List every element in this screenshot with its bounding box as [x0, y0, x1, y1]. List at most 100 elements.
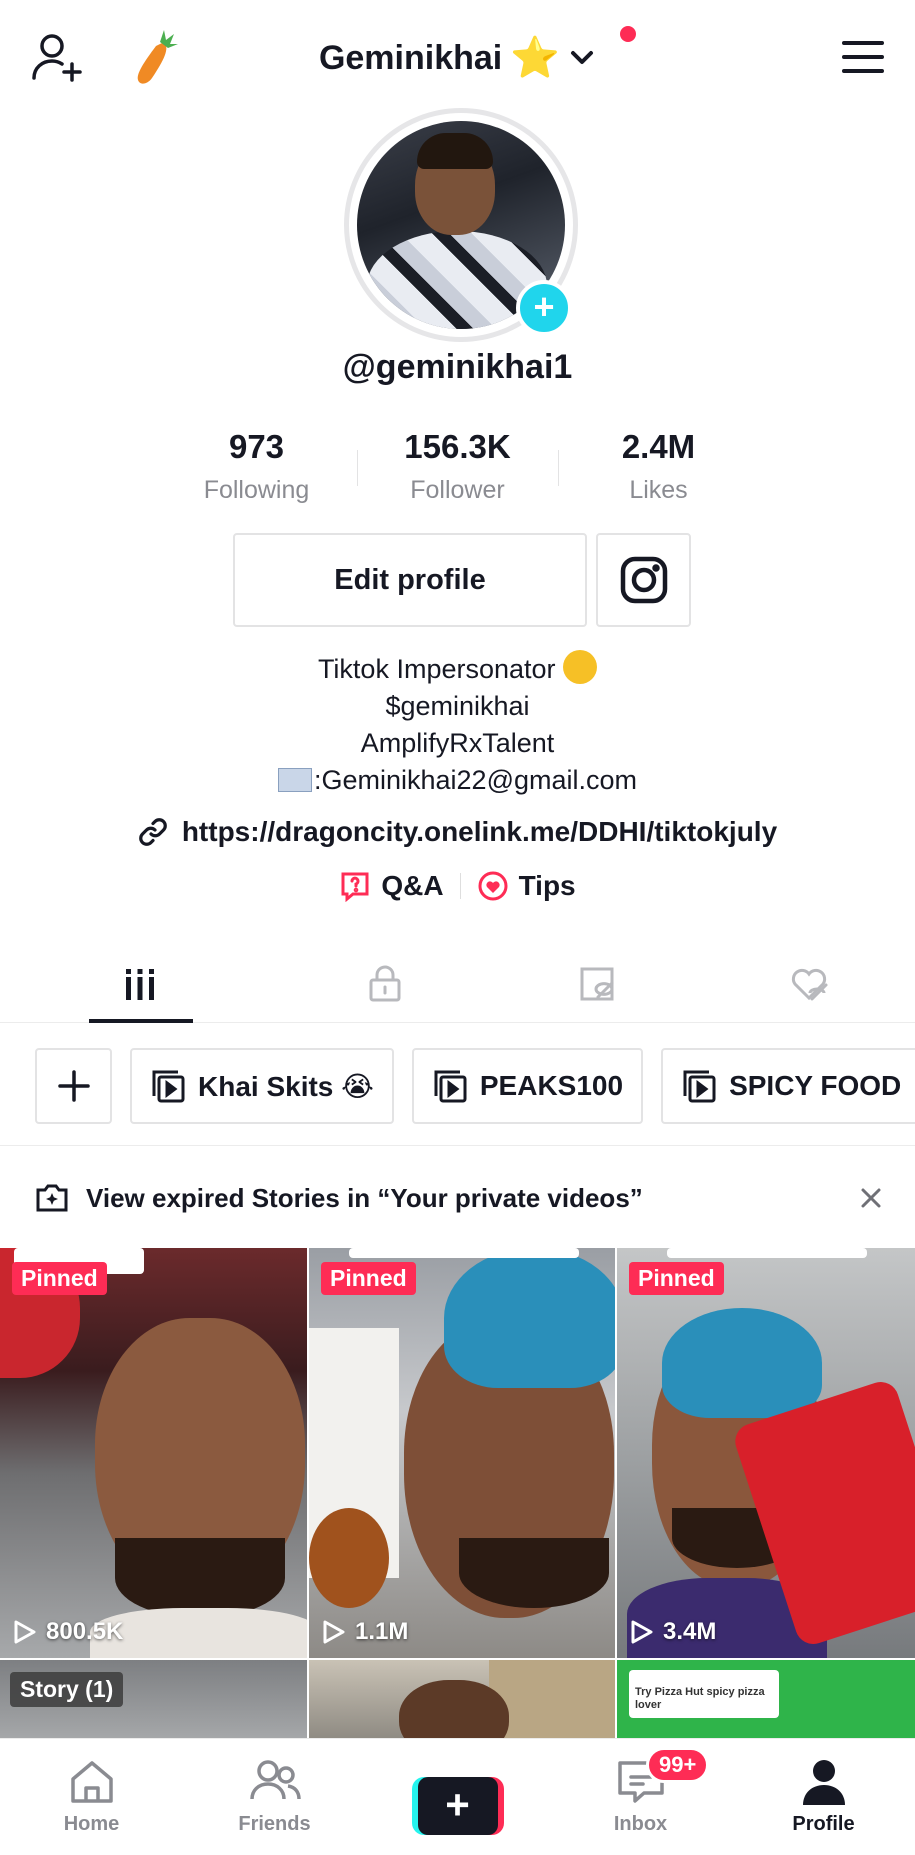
- hidden-bookmark-icon: [580, 967, 614, 1000]
- close-icon[interactable]: [859, 1186, 883, 1210]
- stories-banner-text: View expired Stories in “Your private vi…: [86, 1182, 643, 1213]
- playlist-label: PEAKS100: [479, 1070, 624, 1101]
- playlist-chip[interactable]: Khai Skits 😭: [130, 1048, 394, 1124]
- playlist-chip[interactable]: PEAKS100: [411, 1048, 644, 1124]
- bio-line: Tiktok Impersonator: [317, 654, 556, 684]
- instagram-button[interactable]: [596, 533, 691, 627]
- view-count-text: 3.4M: [663, 1618, 717, 1645]
- pinned-badge: Pinned: [321, 1262, 416, 1295]
- bio-line: :Geminikhai22@gmail.com: [313, 765, 638, 795]
- stat-value: 156.3K: [404, 428, 511, 465]
- video-thumbnail[interactable]: Pinned 3.4M: [617, 1248, 915, 1658]
- view-count: 1.1M: [319, 1618, 408, 1646]
- stat-value: 973: [228, 428, 285, 465]
- tips-button[interactable]: Tips: [477, 870, 576, 902]
- play-icon: [631, 1620, 653, 1644]
- username: @geminikhai1: [342, 348, 573, 386]
- link-icon: [139, 818, 167, 846]
- view-count-text: 1.1M: [355, 1618, 409, 1645]
- qa-tips-row: Q&A Tips: [0, 870, 915, 902]
- playlist-label: Khai Skits 😭: [198, 1070, 374, 1102]
- pinned-badge: Pinned: [629, 1262, 724, 1295]
- stat-label: Following: [203, 476, 310, 504]
- playlist-icon: [683, 1070, 716, 1103]
- bottom-nav: Home Friends + Inbox 99+ Profile: [0, 1738, 915, 1855]
- video-thumbnail[interactable]: Pinned 800.5K: [0, 1248, 307, 1658]
- account-name: Geminikhai: [318, 38, 503, 77]
- content-tabs: [0, 945, 915, 1023]
- email-emoji-icon: [277, 768, 312, 792]
- profile-link[interactable]: https://dragoncity.onelink.me/DDHI/tikto…: [0, 816, 915, 848]
- playlist-icon: [152, 1070, 185, 1103]
- nerd-face-emoji-icon: [563, 650, 598, 684]
- profile-stats: 973 Following 156.3K Follower 2.4M Likes: [0, 428, 915, 505]
- top-bar: Geminikhai ⭐: [0, 0, 915, 110]
- view-count: 3.4M: [627, 1618, 716, 1646]
- bio: Tiktok Impersonator $geminikhai AmplifyR…: [0, 650, 915, 799]
- tips-heart-icon: [478, 871, 508, 901]
- create-button[interactable]: +: [411, 1777, 504, 1835]
- divider: [0, 1145, 915, 1146]
- pinned-badge: Pinned: [12, 1262, 107, 1295]
- stat-label: Likes: [629, 476, 688, 504]
- star-emoji-icon: ⭐: [510, 36, 561, 80]
- inbox-badge: 99+: [646, 1747, 710, 1783]
- nav-inbox[interactable]: Inbox 99+: [549, 1739, 732, 1855]
- hidden-heart-icon: [791, 968, 828, 1000]
- plus-icon: [57, 1070, 90, 1102]
- tab-reposts[interactable]: [491, 945, 703, 1022]
- playlist-chip[interactable]: SPICY FOOD: [661, 1048, 915, 1124]
- story-badge: Story (1): [10, 1672, 124, 1707]
- stat-following[interactable]: 973 Following: [157, 428, 357, 505]
- link-text: https://dragoncity.onelink.me/DDHI/tikto…: [181, 816, 778, 847]
- qa-button[interactable]: Q&A: [339, 870, 444, 902]
- stat-value: 2.4M: [621, 428, 696, 465]
- videos-grid-icon: [125, 968, 154, 1000]
- stories-banner[interactable]: View expired Stories in “Your private vi…: [0, 1178, 915, 1218]
- nav-profile[interactable]: Profile: [732, 1739, 915, 1855]
- edit-profile-button[interactable]: Edit profile: [233, 533, 587, 627]
- video-thumbnail[interactable]: [309, 1660, 615, 1738]
- nav-label: Inbox: [613, 1813, 668, 1835]
- divider: [459, 873, 461, 899]
- bio-line: AmplifyRxTalent: [360, 728, 555, 758]
- nav-label: Profile: [792, 1813, 855, 1835]
- tab-liked[interactable]: [703, 945, 915, 1022]
- view-count-text: 800.5K: [46, 1618, 124, 1645]
- nav-create[interactable]: +: [366, 1739, 549, 1855]
- nav-label: Friends: [238, 1813, 311, 1835]
- add-playlist-button[interactable]: [35, 1048, 112, 1124]
- video-thumbnail[interactable]: Pinned 1.1M: [309, 1248, 615, 1658]
- home-icon: [70, 1761, 113, 1803]
- play-icon: [14, 1620, 36, 1644]
- view-count: 800.5K: [10, 1618, 123, 1646]
- stat-likes[interactable]: 2.4M Likes: [559, 428, 759, 505]
- nav-friends[interactable]: Friends: [183, 1739, 366, 1855]
- stat-label: Follower: [410, 476, 505, 504]
- playlist-label: SPICY FOOD: [729, 1070, 902, 1101]
- notification-dot: [620, 26, 636, 42]
- plus-icon: +: [417, 1777, 498, 1835]
- nav-home[interactable]: Home: [0, 1739, 183, 1855]
- friends-icon: [249, 1760, 301, 1800]
- tab-private[interactable]: [279, 945, 491, 1022]
- playlist-icon: [434, 1070, 467, 1103]
- playlists-row: Khai Skits 😭 PEAKS100 SPICY FOOD: [35, 1048, 915, 1124]
- instagram-icon: [620, 556, 667, 604]
- account-switcher[interactable]: Geminikhai ⭐: [0, 30, 915, 86]
- question-icon: [341, 872, 369, 902]
- bio-line: $geminikhai: [385, 691, 530, 721]
- camera-sparkle-icon: [36, 1184, 68, 1212]
- video-thumbnail[interactable]: Try Pizza Hut spicy pizza lover: [617, 1660, 915, 1738]
- chevron-down-icon: [571, 51, 594, 64]
- qa-label: Q&A: [381, 870, 444, 901]
- stat-followers[interactable]: 156.3K Follower: [358, 428, 558, 505]
- lock-icon: [369, 965, 401, 1001]
- comment-reply-text: Try Pizza Hut spicy pizza lover: [635, 1686, 765, 1711]
- tab-videos[interactable]: [0, 945, 279, 1023]
- profile-icon: [802, 1760, 845, 1805]
- add-story-button[interactable]: +: [516, 280, 572, 336]
- menu-icon[interactable]: [841, 38, 885, 76]
- nav-label: Home: [63, 1813, 120, 1835]
- story-thumbnail[interactable]: Story (1): [0, 1660, 307, 1738]
